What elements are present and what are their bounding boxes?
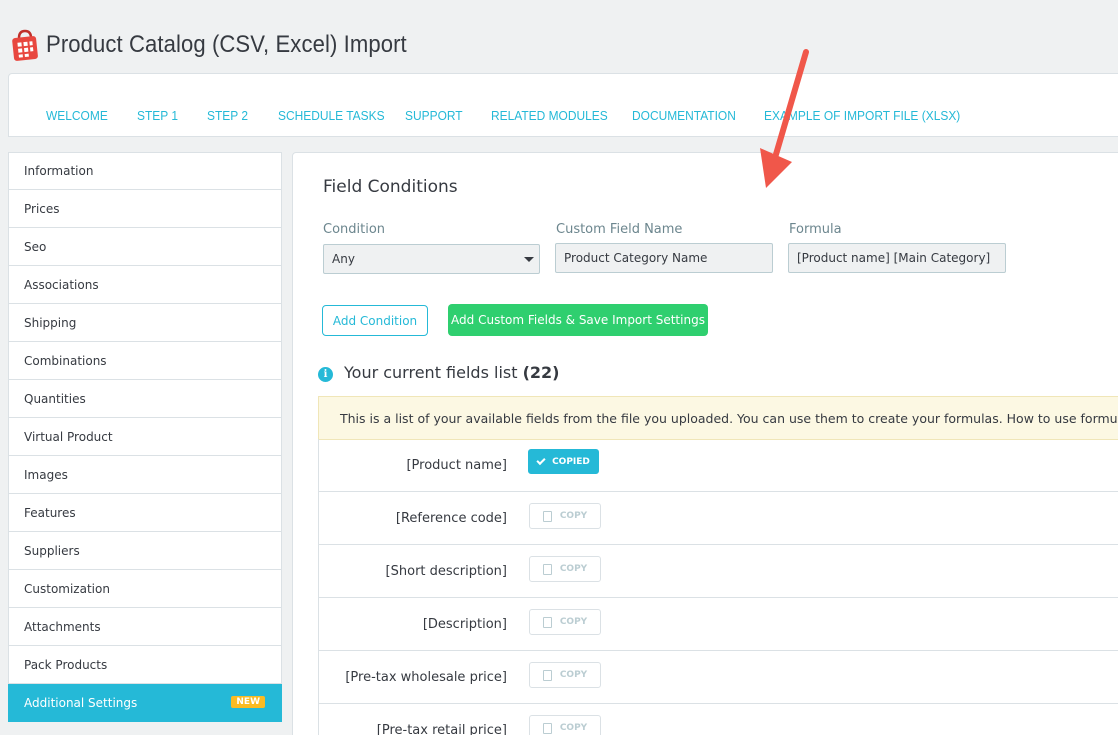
module-tabs: WELCOME STEP 1 STEP 2 SCHEDULE TASKS SUP… xyxy=(8,73,1118,137)
sidebar-item-label: Customization xyxy=(24,581,110,596)
sidebar-item-suppliers[interactable]: Suppliers xyxy=(8,532,282,570)
section-title: Field Conditions xyxy=(323,177,458,197)
sidebar-item-label: Quantities xyxy=(24,391,86,406)
copied-label: COPIED xyxy=(552,456,590,467)
copy-button[interactable]: COPY xyxy=(529,662,601,688)
sidebar-item-quantities[interactable]: Quantities xyxy=(8,380,282,418)
field-name: [Description] xyxy=(422,616,507,632)
sidebar-item-label: Information xyxy=(24,164,94,178)
formula-label: Formula xyxy=(789,222,842,237)
copy-label: COPY xyxy=(559,511,588,521)
table-row: [Pre-tax retail price] COPY xyxy=(318,704,1118,735)
fields-list-heading-text: Your current fields list xyxy=(344,363,518,382)
sidebar-item-prices[interactable]: Prices xyxy=(8,190,282,228)
copy-icon xyxy=(542,563,552,575)
copied-button[interactable]: COPIED xyxy=(528,449,599,474)
table-row: [Description] COPY xyxy=(318,598,1118,651)
fields-count: (22) xyxy=(522,363,560,382)
sidebar-item-label: Suppliers xyxy=(24,543,80,558)
sidebar-item-associations[interactable]: Associations xyxy=(8,266,282,304)
copy-button[interactable]: COPY xyxy=(529,503,601,529)
tab-step-2[interactable]: STEP 2 xyxy=(207,108,248,123)
custom-field-name-value: Product Category Name xyxy=(564,251,708,265)
table-row: [Reference code] COPY xyxy=(318,492,1118,545)
caret-down-icon xyxy=(524,257,534,262)
condition-label: Condition xyxy=(323,222,386,237)
custom-field-name-label: Custom Field Name xyxy=(556,222,683,237)
copy-icon xyxy=(542,722,552,734)
add-condition-button[interactable]: Add Condition xyxy=(322,305,428,336)
sidebar-item-features[interactable]: Features xyxy=(8,494,282,532)
sidebar-item-label: Virtual Product xyxy=(24,429,113,444)
fields-notice: This is a list of your available fields … xyxy=(318,396,1118,440)
tab-related-modules[interactable]: RELATED MODULES xyxy=(491,108,608,123)
fields-list-heading: Your current fields list (22) xyxy=(344,363,559,382)
sidebar-item-attachments[interactable]: Attachments xyxy=(8,608,282,646)
tab-step-1[interactable]: STEP 1 xyxy=(137,108,178,123)
copy-label: COPY xyxy=(559,723,588,733)
sidebar-item-label: Features xyxy=(24,505,76,520)
tab-support[interactable]: SUPPORT xyxy=(405,108,463,123)
field-name: [Short description] xyxy=(385,563,507,579)
sidebar-item-label: Additional Settings xyxy=(24,695,138,710)
sidebar-item-label: Prices xyxy=(24,201,60,216)
tab-documentation[interactable]: DOCUMENTATION xyxy=(632,108,736,123)
settings-sidebar: Information Prices Seo Associations Ship… xyxy=(8,152,282,722)
copy-button[interactable]: COPY xyxy=(529,556,601,582)
copy-icon xyxy=(542,616,552,628)
page-header: Product Catalog (CSV, Excel) Import xyxy=(10,28,438,62)
sidebar-item-virtual-product[interactable]: Virtual Product xyxy=(8,418,282,456)
sidebar-item-additional-settings[interactable]: Additional Settings NEW xyxy=(8,684,282,722)
copy-icon xyxy=(542,669,552,681)
field-name: [Reference code] xyxy=(395,510,507,526)
sidebar-item-combinations[interactable]: Combinations xyxy=(8,342,282,380)
copy-button[interactable]: COPY xyxy=(529,609,601,635)
tab-welcome[interactable]: WELCOME xyxy=(46,108,108,123)
copy-label: COPY xyxy=(559,670,588,680)
sidebar-item-label: Shipping xyxy=(24,315,77,330)
sidebar-item-label: Pack Products xyxy=(24,657,108,672)
field-conditions-panel: Field Conditions Condition Any Custom Fi… xyxy=(292,152,1118,735)
field-name: [Pre-tax retail price] xyxy=(376,722,507,735)
sidebar-item-shipping[interactable]: Shipping xyxy=(8,304,282,342)
sidebar-item-customization[interactable]: Customization xyxy=(8,570,282,608)
new-badge: NEW xyxy=(231,696,265,708)
copy-label: COPY xyxy=(559,617,588,627)
sidebar-item-label: Combinations xyxy=(24,353,107,368)
shopping-bag-logo-icon xyxy=(10,29,40,61)
sidebar-item-seo[interactable]: Seo xyxy=(8,228,282,266)
copy-label: COPY xyxy=(559,564,588,574)
field-name: [Product name] xyxy=(406,457,507,473)
sidebar-item-label: Images xyxy=(24,467,68,482)
sidebar-item-pack-products[interactable]: Pack Products xyxy=(8,646,282,684)
copy-icon xyxy=(542,510,552,522)
sidebar-item-label: Attachments xyxy=(24,619,101,634)
info-icon: i xyxy=(318,367,333,382)
condition-select[interactable]: Any xyxy=(323,244,540,274)
sidebar-item-images[interactable]: Images xyxy=(8,456,282,494)
save-import-settings-button[interactable]: Add Custom Fields & Save Import Settings xyxy=(448,304,708,336)
field-name: [Pre-tax wholesale price] xyxy=(345,669,507,685)
condition-select-value: Any xyxy=(332,252,355,266)
sidebar-item-label: Associations xyxy=(24,277,99,292)
formula-value: [Product name] [Main Category] xyxy=(797,251,991,265)
table-row: [Product name] COPIED xyxy=(318,439,1118,492)
fields-table: [Product name] COPIED [Reference code] C… xyxy=(318,439,1118,735)
check-icon xyxy=(536,455,546,465)
table-row: [Short description] COPY xyxy=(318,545,1118,598)
table-row: [Pre-tax wholesale price] COPY xyxy=(318,651,1118,704)
sidebar-item-information[interactable]: Information xyxy=(8,152,282,190)
formula-input[interactable]: [Product name] [Main Category] xyxy=(788,243,1006,273)
annotation-arrow-icon xyxy=(760,49,809,188)
sidebar-item-label: Seo xyxy=(24,239,47,254)
tab-schedule-tasks[interactable]: SCHEDULE TASKS xyxy=(278,108,385,123)
page-title: Product Catalog (CSV, Excel) Import xyxy=(46,31,407,58)
custom-field-name-input[interactable]: Product Category Name xyxy=(555,243,773,273)
copy-button[interactable]: COPY xyxy=(529,715,601,735)
